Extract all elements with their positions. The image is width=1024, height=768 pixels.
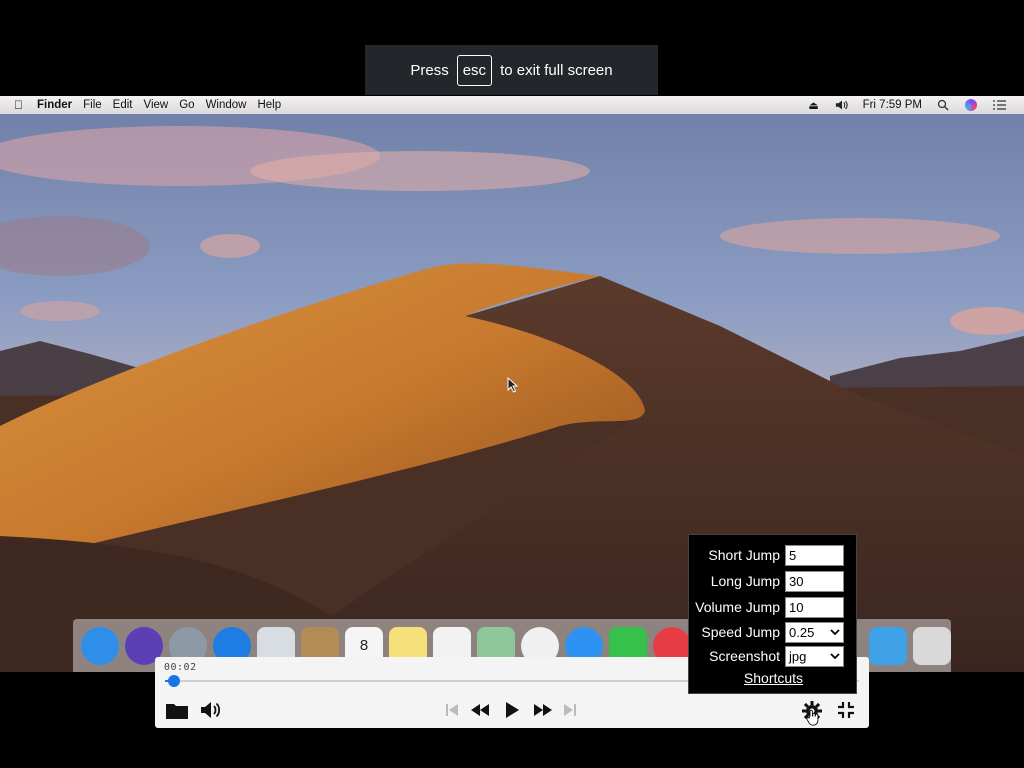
dock-finder-icon[interactable] — [81, 626, 119, 665]
short-jump-input[interactable]: 5 — [785, 544, 844, 566]
menu-go[interactable]: Go — [179, 99, 203, 111]
menu-finder[interactable]: Finder — [37, 99, 81, 111]
toast-rest-text: to exit full screen — [500, 61, 613, 79]
speed-jump-label: Speed Jump — [701, 624, 780, 640]
screenshot-value: jpg — [789, 648, 807, 664]
screenshot-row: Screenshot jpg — [689, 645, 858, 667]
fullscreen-toast: Press esc to exit full screen — [365, 45, 658, 95]
long-jump-row: Long Jump 30 — [689, 570, 858, 592]
seek-thumb[interactable] — [168, 675, 180, 687]
rewind-icon[interactable] — [469, 701, 491, 719]
macos-menu-bar:  Finder File Edit View Go Window Help ⏏… — [0, 96, 1024, 114]
skip-next-icon[interactable] — [562, 702, 578, 718]
menu-edit[interactable]: Edit — [113, 99, 142, 111]
exit-fullscreen-icon[interactable] — [835, 699, 857, 721]
volume-jump-row: Volume Jump 10 — [689, 596, 858, 618]
list-icon[interactable] — [992, 98, 1006, 112]
speed-jump-row: Speed Jump 0.25 — [689, 621, 858, 643]
volume-icon[interactable] — [835, 98, 849, 112]
dock-downloads-icon[interactable] — [869, 626, 907, 665]
screenshot-select[interactable]: jpg — [785, 645, 844, 667]
current-time: 00:02 — [164, 662, 197, 673]
toast-press-text: Press — [410, 61, 449, 79]
apple-icon[interactable]:  — [14, 98, 23, 112]
menu-window[interactable]: Window — [206, 99, 256, 111]
menu-clock[interactable]: Fri 7:59 PM — [863, 99, 922, 111]
speed-jump-value: 0.25 — [789, 624, 815, 640]
esc-key: esc — [456, 54, 493, 86]
short-jump-label: Short Jump — [708, 547, 780, 563]
speed-jump-select[interactable]: 0.25 — [785, 621, 844, 643]
long-jump-input[interactable]: 30 — [785, 570, 844, 592]
video-frame[interactable]:  Finder File Edit View Go Window Help ⏏… — [0, 96, 1024, 672]
folder-icon[interactable] — [165, 700, 189, 720]
menu-view[interactable]: View — [144, 99, 178, 111]
chevron-down-icon — [830, 628, 840, 635]
search-icon[interactable] — [936, 98, 950, 112]
mouse-pointer-icon — [507, 377, 519, 393]
eject-icon[interactable]: ⏏ — [807, 98, 821, 112]
short-jump-row: Short Jump 5 — [689, 544, 858, 566]
volume-jump-input[interactable]: 10 — [785, 596, 844, 618]
menu-help[interactable]: Help — [257, 99, 290, 111]
fast-forward-icon[interactable] — [532, 701, 554, 719]
volume-jump-label: Volume Jump — [695, 599, 780, 615]
screenshot-label: Screenshot — [709, 648, 780, 664]
chevron-down-icon — [830, 652, 840, 659]
siri-icon[interactable] — [964, 98, 978, 112]
shortcuts-link[interactable]: Shortcuts — [689, 670, 858, 686]
long-jump-label: Long Jump — [710, 573, 780, 589]
menu-file[interactable]: File — [83, 99, 111, 111]
play-icon[interactable] — [502, 699, 522, 721]
skip-previous-icon[interactable] — [444, 702, 460, 718]
settings-popup: Short Jump 5 Long Jump 30 Volume Jump 10… — [688, 534, 857, 694]
hand-cursor-icon — [806, 709, 819, 726]
dock-trash-icon[interactable] — [913, 626, 951, 665]
volume-icon[interactable] — [199, 700, 223, 720]
